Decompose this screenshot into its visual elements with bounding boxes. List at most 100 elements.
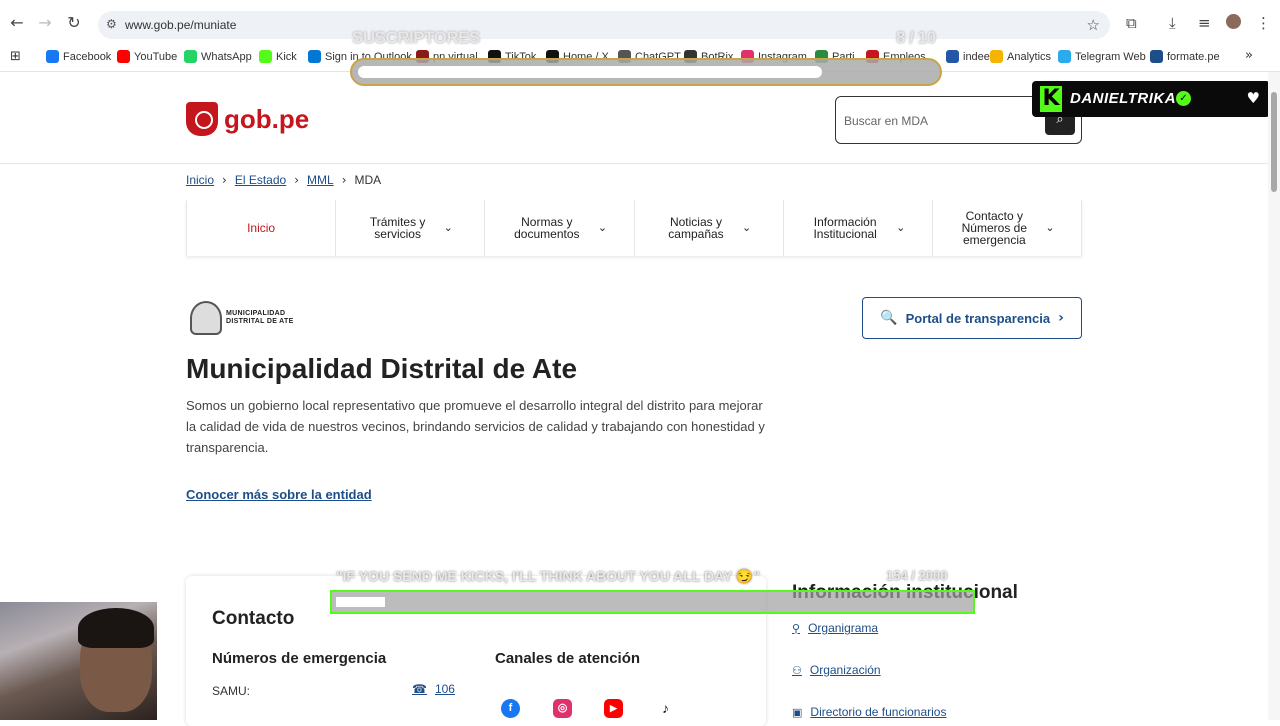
bookmark-label: YouTube [134,50,178,63]
page-scrollbar[interactable] [1268,72,1280,720]
chevron-down-icon: ⌄ [741,221,752,234]
gobpe-shield-icon [186,102,218,136]
bookmark-item[interactable]: Analytics [990,50,1051,63]
profile-avatar[interactable] [1226,14,1241,29]
kicks-progress-fill [336,597,385,607]
menu-item-noticias[interactable]: Noticias y campañas ⌄ [635,200,784,256]
chevron-down-icon: ⌄ [1045,221,1055,234]
webcam-feed [0,602,157,720]
contact-heading: Contacto [212,608,295,629]
bookmark-favicon-icon [117,50,130,63]
gobpe-logo[interactable]: gob.pe [186,102,309,136]
menu-item-label: Normas y documentos [514,215,580,241]
extensions-icon[interactable]: ⧉ [1126,14,1137,32]
samu-number: 106 [434,682,455,696]
url-text[interactable]: www.gob.pe/muniate [125,18,236,32]
back-icon[interactable]: ← [8,14,26,32]
bookmark-item[interactable]: indeed [946,50,996,63]
bookmark-label: WhatsApp [201,50,252,63]
menu-item-label: Contacto y Números de emergencia [961,209,1028,247]
more-about-entity-link[interactable]: Conocer más sobre la entidad [186,487,372,502]
streamer-hair [78,608,154,648]
reload-icon[interactable]: ↻ [65,14,83,32]
bookmark-favicon-icon [990,50,1003,63]
bookmark-favicon-icon [946,50,959,63]
link-label: Directorio de funcionarios [810,705,947,719]
emergency-heading: Números de emergencia [212,650,387,667]
apps-grid-icon[interactable]: ⊞ [10,49,21,64]
samu-phone-link[interactable]: ☎ 106 [412,682,455,696]
bookmark-star-icon[interactable]: ☆ [1087,16,1100,34]
chevron-right-icon: › [1058,310,1064,326]
kick-streamer-badge: K DANIELTRIKA ✓ ♥ [1032,81,1270,117]
portal-button-label: Portal de transparencia [905,310,1051,326]
menu-item-inicio[interactable]: Inicio [186,200,337,256]
organizacion-link[interactable]: ⚇ Organización [792,663,881,677]
bookmark-label: Telegram Web [1075,50,1146,63]
facebook-icon[interactable]: f [501,699,520,718]
kicks-count: 154 / 2000 [886,568,948,583]
menu-item-tramites[interactable]: Trámites y servicios ⌄ [336,200,486,256]
directorio-link[interactable]: ▣ Directorio de funcionarios [792,705,946,719]
scrollbar-thumb[interactable] [1271,92,1277,192]
verified-icon: ✓ [1176,91,1191,106]
breadcrumb-el-estado[interactable]: El Estado [235,173,286,187]
bookmark-favicon-icon [1150,50,1163,63]
chevron-down-icon: ⌄ [597,221,608,234]
menu-dots-icon[interactable]: ⋮ [1256,14,1271,32]
link-label: Organización [809,663,881,677]
tiktok-icon[interactable]: ♪ [656,699,675,718]
people-icon: ⚇ [792,663,802,677]
logo-text: gob.pe [224,103,310,134]
heart-icon: ♥ [1246,89,1260,107]
magnifier-icon: 🔍 [880,310,898,326]
menu-item-label: Trámites y servicios [369,215,426,241]
organigrama-link[interactable]: ⚲ Organigrama [792,621,878,635]
bookmark-label: Kick [276,50,297,63]
page-title: Municipalidad Distrital de Ate [186,353,578,384]
menu-item-contacto[interactable]: Contacto y Números de emergencia ⌄ [933,200,1083,256]
media-icon[interactable]: ≡ [1198,14,1211,32]
phone-icon: ☎ [412,682,427,696]
kicks-message: "IF YOU SEND ME KICKS, I'LL THINK ABOUT … [336,568,761,584]
kick-logo-icon: K [1040,86,1062,112]
search-input[interactable] [844,111,1034,131]
site-info-icon[interactable]: ⚙ [106,17,117,31]
breadcrumb-mml[interactable]: MML [307,173,334,187]
download-icon[interactable]: ⤓ [1169,14,1176,32]
channels-heading: Canales de atención [495,650,641,667]
menu-item-normas[interactable]: Normas y documentos ⌄ [485,200,635,256]
more-bookmarks-icon[interactable]: » [1245,48,1253,63]
municipality-emblem-icon [190,301,222,335]
menu-item-label: Información Institucional [813,215,877,241]
bookmark-item[interactable]: Telegram Web [1058,50,1146,63]
menu-item-label: Noticias y campañas [668,215,724,241]
chevron-right-icon: › [341,173,347,187]
bookmark-label: Analytics [1007,50,1052,63]
org-chart-icon: ⚲ [792,621,801,635]
instagram-icon[interactable]: ◎ [553,699,572,718]
breadcrumb-inicio[interactable]: Inicio [186,173,214,187]
main-menu: Inicio Trámites y servicios ⌄ Normas y do… [186,200,1083,256]
subscribers-label: SUSCRIPTORES [352,28,480,47]
entity-logo-text: MUNICIPALIDAD DISTRITAL DE ATE [226,310,294,325]
chevron-down-icon: ⌄ [896,221,906,234]
bookmark-item[interactable]: Facebook [46,50,111,63]
forward-icon[interactable]: → [36,14,54,32]
entity-description: Somos un gobierno local representativo q… [186,398,765,455]
chevron-right-icon: › [294,173,300,187]
menu-item-informacion[interactable]: Información Institucional ⌄ [784,200,933,256]
bookmark-label: formate.pe [1167,50,1220,63]
youtube-icon[interactable]: ▶ [604,699,623,718]
bookmark-favicon-icon [184,50,197,63]
bookmark-favicon-icon [308,50,321,63]
bookmark-item[interactable]: Kick [259,50,297,63]
menu-item-label: Inicio [247,221,276,235]
breadcrumb: Inicio › El Estado › MML › MDA [186,173,381,187]
link-label: Organigrama [808,621,879,635]
bookmark-item[interactable]: WhatsApp [184,50,252,63]
bookmark-item[interactable]: formate.pe [1150,50,1220,63]
portal-transparencia-button[interactable]: 🔍 Portal de transparencia › [862,297,1082,339]
bookmark-item[interactable]: YouTube [117,50,177,63]
breadcrumb-current: MDA [354,173,382,187]
